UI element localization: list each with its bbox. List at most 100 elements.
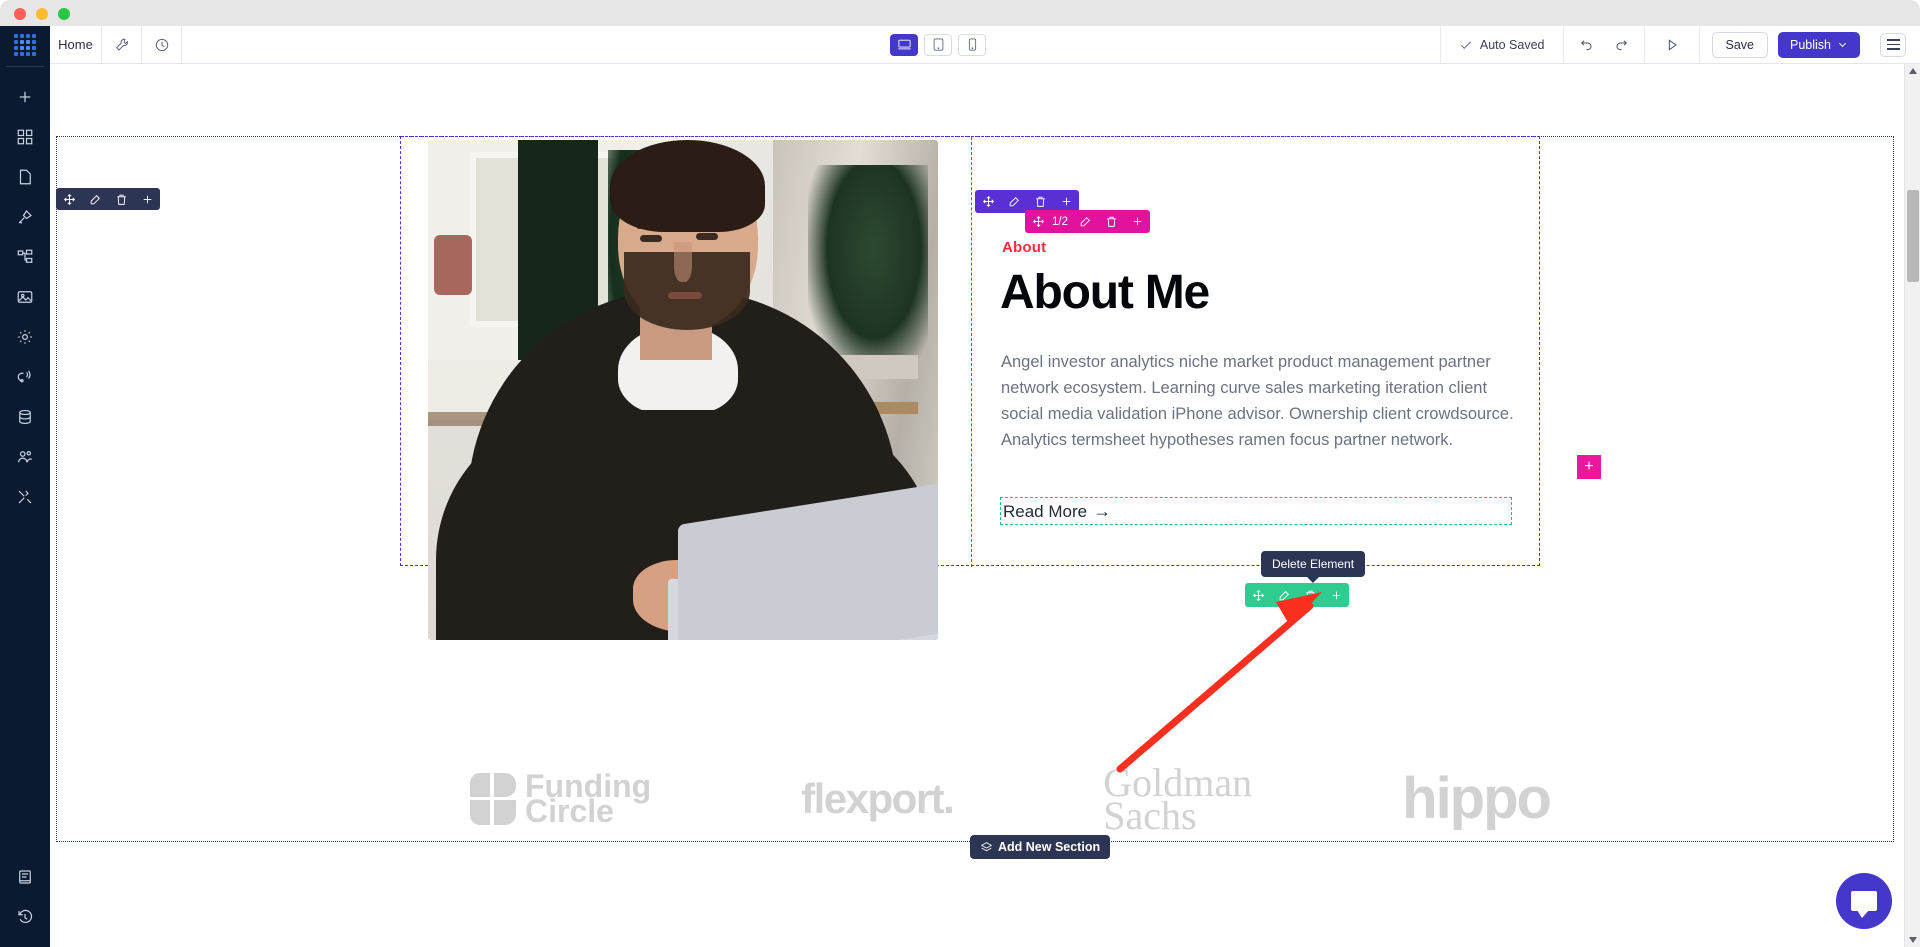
arrow-right-icon: →: [1093, 501, 1112, 521]
sidebar-item-media[interactable]: [0, 277, 50, 317]
photo-person-eye-left: [640, 235, 662, 242]
column-edit-button[interactable]: [1072, 211, 1098, 233]
row-edit-button[interactable]: [1001, 191, 1027, 213]
plus-icon: [19, 91, 31, 103]
sidebar-item-tools[interactable]: [0, 477, 50, 517]
brush-icon: [18, 210, 32, 224]
device-desktop-button[interactable]: [890, 33, 918, 56]
section-move-button[interactable]: [56, 188, 82, 210]
element-move-button[interactable]: [1245, 584, 1271, 606]
add-new-section-button[interactable]: Add New Section: [970, 835, 1111, 859]
tab-home[interactable]: Home: [50, 25, 102, 64]
sidebar-item-database[interactable]: [0, 397, 50, 437]
scroll-up-icon[interactable]: [1908, 66, 1918, 76]
device-mobile-button[interactable]: [958, 33, 986, 56]
sidebar-item-styles[interactable]: [0, 197, 50, 237]
undo-button[interactable]: [1570, 26, 1604, 64]
column-toolbar[interactable]: 1/2: [1025, 210, 1150, 233]
move-icon: [982, 195, 994, 208]
users-icon: [18, 451, 32, 463]
desktop-icon: [897, 39, 911, 50]
photo-person-mouth: [668, 292, 702, 299]
about-photo[interactable]: [428, 140, 938, 640]
editor-toolbar: Home Auto Saved Save Publish: [50, 25, 1920, 64]
read-more-element[interactable]: Read More →: [1000, 497, 1512, 525]
redo-button[interactable]: [1604, 26, 1638, 64]
preview-button[interactable]: [1655, 26, 1689, 64]
section-eyebrow: About: [1002, 239, 1047, 256]
logo-goldman-sachs: Goldman Sachs: [1103, 763, 1252, 836]
sidebar-item-pages[interactable]: [0, 157, 50, 197]
autosave-label: Auto Saved: [1479, 37, 1545, 52]
sidebar-item-history[interactable]: [0, 897, 50, 937]
tooltip-delete-element: Delete Element: [1261, 551, 1366, 583]
hamburger-menu-icon[interactable]: [1880, 32, 1906, 57]
gear-icon: [18, 330, 32, 344]
read-more-label: Read More: [1003, 502, 1088, 521]
element-toolbar[interactable]: [1245, 583, 1349, 607]
mobile-icon: [968, 38, 976, 51]
window-maximize-button[interactable]: [58, 8, 70, 20]
section-toolbar[interactable]: [56, 188, 160, 210]
window-minimize-button[interactable]: [36, 8, 48, 20]
element-add-button[interactable]: [1323, 584, 1349, 606]
publish-label: Publish: [1790, 37, 1831, 52]
read-more-link[interactable]: Read More →: [1003, 501, 1111, 522]
save-button[interactable]: Save: [1711, 31, 1768, 58]
chevron-down-icon: [1838, 42, 1847, 47]
edit-icon: [1080, 217, 1090, 227]
add-column-button[interactable]: +: [1577, 455, 1601, 479]
preview-group: [1643, 25, 1699, 64]
window-close-button[interactable]: [14, 8, 26, 20]
sidebar-item-users[interactable]: [0, 437, 50, 477]
canvas-scrollbar[interactable]: [1904, 64, 1920, 947]
undo-icon: [1580, 39, 1591, 50]
app-logo[interactable]: [0, 26, 50, 64]
sidebar-item-layers[interactable]: [0, 237, 50, 277]
element-delete-button[interactable]: [1297, 584, 1323, 606]
menu-group: [1872, 26, 1920, 64]
photo-bg-object-red: [434, 235, 472, 295]
logo-hippo: hippo: [1402, 766, 1552, 831]
chat-support-button[interactable]: [1836, 873, 1892, 929]
database-icon: [19, 409, 31, 425]
sitemap-icon: [17, 249, 33, 263]
section-edit-button[interactable]: [82, 188, 108, 210]
trash-icon: [1106, 216, 1116, 227]
publish-button[interactable]: Publish: [1778, 31, 1860, 58]
scroll-down-icon[interactable]: [1908, 935, 1918, 945]
sidebar-item-widgets[interactable]: [0, 117, 50, 157]
move-icon: [63, 193, 75, 205]
element-edit-button[interactable]: [1271, 584, 1297, 606]
sidebar-item-add[interactable]: [0, 77, 50, 117]
chat-bubble-icon: [1851, 891, 1877, 918]
save-publish-group: Save Publish: [1698, 25, 1873, 64]
revision-history-button[interactable]: [142, 25, 182, 64]
client-logos-row: Funding Circle flexport. Goldman Sachs h…: [470, 754, 1552, 844]
plus-icon: [1062, 197, 1070, 206]
column-add-button[interactable]: [1124, 211, 1150, 233]
wrench-icon: [115, 38, 128, 51]
plus-icon: [1332, 591, 1340, 599]
move-icon: [1252, 589, 1264, 601]
funding-circle-mark-icon: [470, 773, 516, 825]
section-body-text: Angel investor analytics niche market pr…: [1001, 353, 1514, 449]
image-icon: [17, 291, 33, 303]
left-sidebar: [0, 26, 50, 947]
section-delete-button[interactable]: [108, 188, 134, 210]
sidebar-item-docs[interactable]: [0, 857, 50, 897]
page-title: About Me: [1000, 266, 1210, 319]
settings-wrench-button[interactable]: [102, 25, 142, 64]
plus-icon: [143, 195, 151, 203]
device-tablet-button[interactable]: [924, 33, 952, 56]
scrollbar-thumb[interactable]: [1907, 190, 1919, 282]
column-move-button[interactable]: [1025, 211, 1051, 233]
row-move-button[interactable]: [975, 191, 1001, 213]
sidebar-item-settings[interactable]: [0, 317, 50, 357]
section-add-button[interactable]: [134, 188, 160, 210]
sidebar-item-integrations[interactable]: [0, 357, 50, 397]
tablet-icon: [933, 38, 943, 51]
page-canvas: About About Me Angel investor analytics …: [50, 64, 1904, 947]
photo-person-nose: [674, 242, 692, 282]
column-delete-button[interactable]: [1098, 211, 1124, 233]
